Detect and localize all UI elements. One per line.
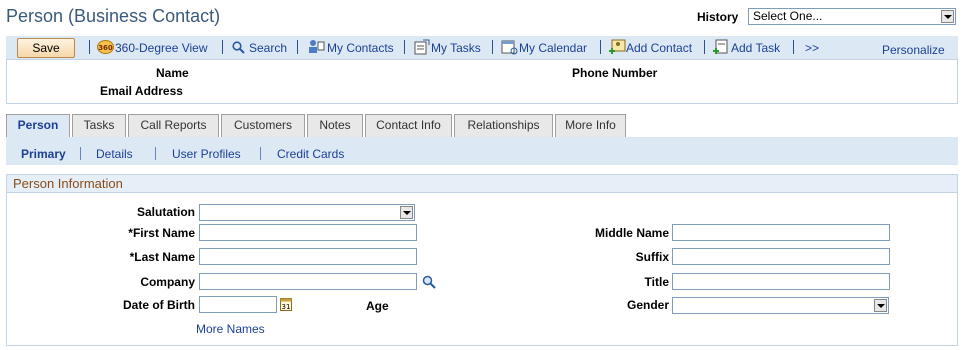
company-field[interactable]	[199, 273, 417, 290]
salutation-label: Salutation	[136, 205, 195, 219]
lookup-search-icon[interactable]	[422, 275, 436, 289]
email-address-label: Email Address	[100, 84, 183, 98]
company-label: Company	[140, 275, 195, 289]
middle-name-field[interactable]	[672, 224, 890, 241]
contacts-icon	[309, 40, 325, 53]
toolbar-separator	[297, 40, 298, 54]
title-label: Title	[644, 275, 669, 289]
toolbar-separator	[793, 40, 794, 54]
my-contacts-link[interactable]: My Contacts	[327, 41, 394, 55]
tab-relationships[interactable]: Relationships	[454, 114, 553, 137]
toolbar-separator	[492, 40, 493, 54]
calendar-icon	[501, 40, 518, 55]
subnav-bar	[6, 137, 958, 165]
toolbar-separator	[404, 40, 405, 54]
tab-person[interactable]: Person	[6, 114, 70, 138]
date-of-birth-label: Date of Birth	[123, 298, 195, 312]
first-name-label: *First Name	[128, 226, 195, 240]
subnav-details[interactable]: Details	[96, 147, 133, 161]
search-link[interactable]: Search	[249, 41, 287, 55]
group-title: Person Information	[13, 176, 123, 191]
my-calendar-link[interactable]: My Calendar	[519, 41, 587, 55]
subnav-credit-cards[interactable]: Credit Cards	[277, 147, 344, 161]
calendar-icon[interactable]: 31	[280, 298, 292, 311]
suffix-field[interactable]	[672, 248, 890, 265]
more-names-link[interactable]: More Names	[196, 322, 265, 336]
save-button[interactable]: Save	[17, 38, 75, 58]
360-degree-view-link[interactable]: 360-Degree View	[115, 41, 208, 55]
subnav-primary[interactable]: Primary	[21, 147, 66, 161]
subnav-separator	[80, 147, 81, 160]
tab-call-reports[interactable]: Call Reports	[128, 114, 219, 137]
name-label: Name	[156, 66, 189, 80]
title-field[interactable]	[672, 273, 890, 290]
toolbar-separator	[704, 40, 705, 54]
subnav-separator	[155, 147, 156, 160]
my-tasks-link[interactable]: My Tasks	[431, 41, 481, 55]
more-toolbar-link[interactable]: >>	[805, 41, 819, 55]
tab-contact-info[interactable]: Contact Info	[365, 114, 452, 137]
first-name-field[interactable]	[199, 224, 417, 241]
history-select[interactable]: Select One...	[748, 8, 956, 25]
page-title: Person (Business Contact)	[6, 6, 221, 26]
age-label: Age	[366, 299, 389, 313]
svg-text:360: 360	[98, 44, 113, 52]
toolbar-separator	[222, 40, 223, 54]
phone-number-label: Phone Number	[572, 66, 658, 80]
gender-label: Gender	[626, 298, 669, 312]
middle-name-label: Middle Name	[594, 226, 669, 240]
history-select-value: Select One...	[753, 9, 823, 23]
add-contact-link[interactable]: Add Contact	[626, 41, 692, 55]
add-task-link[interactable]: Add Task	[731, 41, 780, 55]
tab-notes[interactable]: Notes	[307, 114, 363, 137]
subnav-user-profiles[interactable]: User Profiles	[172, 147, 241, 161]
group-header	[7, 175, 957, 193]
tab-more-info[interactable]: More Info	[555, 114, 626, 137]
tab-tasks[interactable]: Tasks	[72, 114, 126, 137]
search-icon	[232, 41, 245, 54]
tasks-icon	[414, 39, 430, 55]
svg-text:31: 31	[282, 303, 291, 311]
suffix-label: Suffix	[635, 250, 669, 264]
add-task-icon	[713, 39, 728, 54]
chevron-down-icon[interactable]	[400, 206, 413, 219]
tab-customers[interactable]: Customers	[221, 114, 305, 137]
chevron-down-icon[interactable]	[941, 10, 954, 23]
toolbar-separator	[89, 40, 90, 54]
chevron-down-icon[interactable]	[874, 299, 887, 312]
subnav-separator	[260, 147, 261, 160]
personalize-link[interactable]: Personalize	[882, 43, 945, 57]
360-icon: 360	[97, 40, 114, 54]
history-label: History	[697, 10, 739, 24]
last-name-field[interactable]	[199, 248, 417, 265]
last-name-label: *Last Name	[129, 250, 195, 264]
gender-select[interactable]	[672, 297, 889, 314]
toolbar-separator	[600, 40, 601, 54]
add-contact-icon	[609, 39, 626, 54]
salutation-select[interactable]	[199, 204, 415, 221]
date-of-birth-field[interactable]	[199, 296, 277, 313]
